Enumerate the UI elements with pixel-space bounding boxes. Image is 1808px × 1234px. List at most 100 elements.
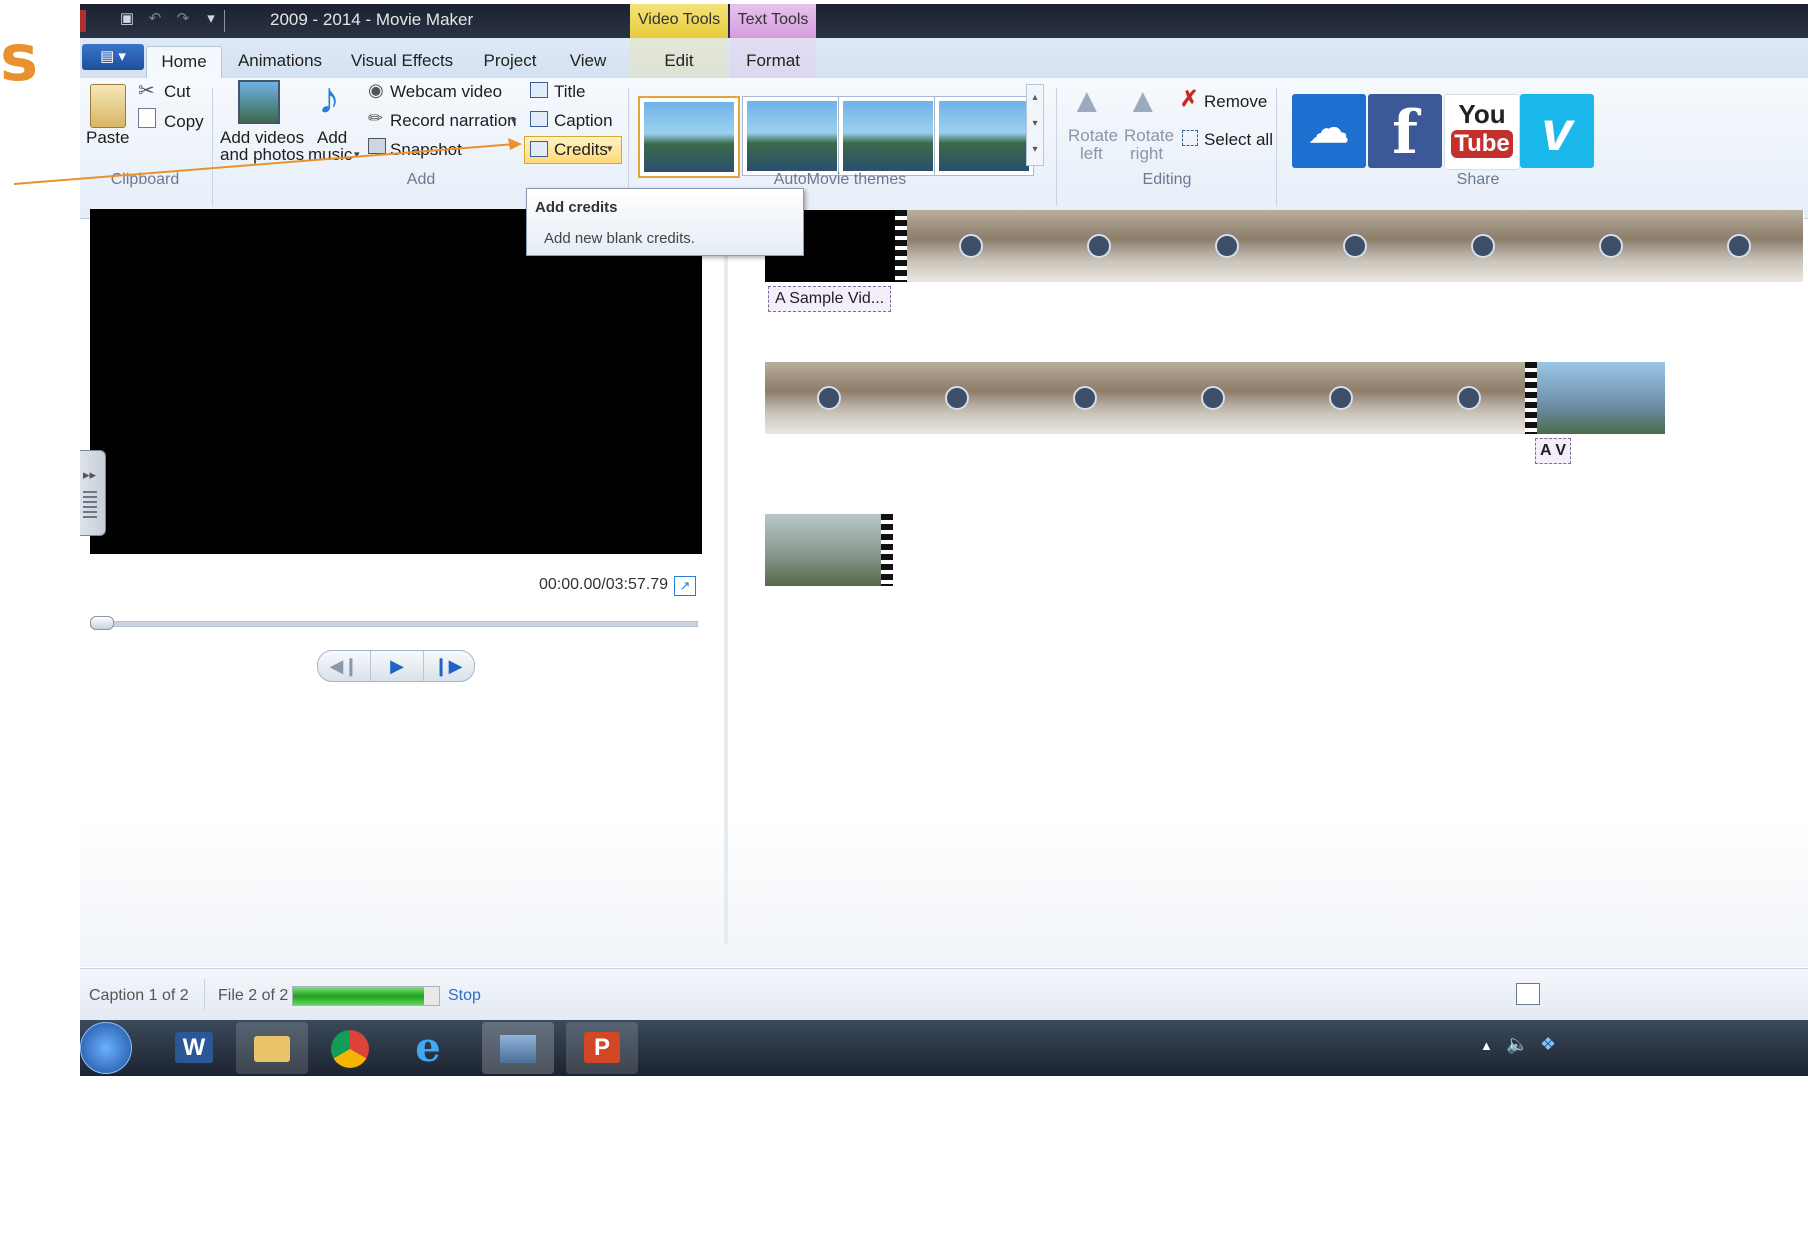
tab-edit[interactable]: Edit <box>644 46 714 78</box>
dropbox-icon[interactable]: ❖ <box>1540 1034 1556 1055</box>
seek-thumb[interactable] <box>90 616 114 630</box>
taskbar-chrome[interactable] <box>314 1022 386 1074</box>
rotate-left-icon[interactable]: ▲ <box>1070 82 1104 121</box>
start-button[interactable] <box>80 1022 132 1074</box>
clip-frame[interactable] <box>1291 210 1420 282</box>
pane-divider[interactable] <box>724 204 728 944</box>
clip-frame[interactable] <box>1277 362 1406 434</box>
rotate-left-label-line2[interactable]: left <box>1080 144 1103 164</box>
gallery-scroll[interactable]: ▴ ▾ ▾ <box>1026 84 1044 166</box>
clip-frame[interactable] <box>1675 210 1804 282</box>
volume-icon[interactable]: 🔈 <box>1506 1034 1528 1055</box>
cloud-share-icon[interactable]: ☁ <box>1292 94 1366 168</box>
chevron-down-icon[interactable]: ▾ <box>607 142 613 155</box>
remove-icon[interactable]: ✗ <box>1180 86 1198 112</box>
previous-frame-button[interactable]: ◀❙ <box>318 651 370 681</box>
remove-button[interactable]: Remove <box>1204 92 1267 112</box>
rotate-left-button[interactable]: Rotate <box>1068 126 1118 146</box>
storyboard-view-icon[interactable] <box>1516 983 1540 1005</box>
fullscreen-icon[interactable]: ↗ <box>674 576 696 596</box>
microphone-icon[interactable]: ✏ <box>368 108 383 129</box>
clip-frame[interactable] <box>1035 210 1164 282</box>
title-button[interactable]: Title <box>554 82 586 102</box>
facebook-share-button[interactable]: f <box>1368 94 1442 168</box>
select-all-button[interactable]: Select all <box>1204 130 1273 150</box>
rotate-right-icon[interactable]: ▲ <box>1126 82 1160 121</box>
tab-home[interactable]: Home <box>146 46 222 79</box>
credits-button[interactable]: Credits <box>554 140 608 160</box>
cut-icon[interactable]: ✂ <box>138 78 155 103</box>
snapshot-icon[interactable] <box>368 138 386 154</box>
clip-frame[interactable] <box>893 362 1022 434</box>
vimeo-share-button[interactable]: v <box>1520 94 1594 168</box>
progress-bar <box>292 986 440 1006</box>
tab-project[interactable]: Project <box>474 46 546 78</box>
music-note-icon[interactable]: ♪ <box>318 74 340 124</box>
next-frame-button[interactable]: ❙▶ <box>422 651 474 681</box>
caption-item[interactable]: A Sample Vid... <box>768 286 892 312</box>
clip-frame[interactable] <box>1149 362 1278 434</box>
theme-thumbnail[interactable] <box>934 96 1034 176</box>
theme-thumbnail[interactable] <box>838 96 938 176</box>
caption-item[interactable]: A V <box>1535 438 1572 464</box>
youtube-share-button[interactable]: You Tube <box>1444 94 1520 170</box>
clip-frame[interactable] <box>765 362 894 434</box>
clip-frame[interactable] <box>1405 362 1534 434</box>
rotate-right-button[interactable]: Rotate <box>1124 126 1174 146</box>
clip-frame[interactable] <box>1021 362 1150 434</box>
preview-resize-handle[interactable]: ▸▸ <box>80 450 106 536</box>
clip-frame[interactable] <box>1537 362 1666 434</box>
clip-frame[interactable] <box>765 514 893 586</box>
taskbar-movie-maker[interactable] <box>482 1022 554 1074</box>
taskbar-powerpoint[interactable]: P <box>566 1022 638 1074</box>
clock-icon <box>1215 234 1239 258</box>
chevron-down-icon[interactable]: ▾ <box>354 148 360 161</box>
caption-button[interactable]: Caption <box>554 111 613 131</box>
copy-icon[interactable] <box>138 108 156 128</box>
play-button[interactable]: ▶ <box>370 651 424 681</box>
clip-frame[interactable] <box>907 210 1036 282</box>
add-music-label-line2[interactable]: music <box>308 145 352 165</box>
taskbar-internet-explorer[interactable]: e <box>392 1022 464 1074</box>
save-icon[interactable]: ▣ <box>118 10 136 28</box>
snapshot-button[interactable]: Snapshot <box>390 140 462 160</box>
tab-view[interactable]: View <box>560 46 616 78</box>
paste-icon[interactable] <box>90 84 126 128</box>
stop-button[interactable]: Stop <box>448 987 481 1005</box>
app-icon[interactable] <box>80 10 86 32</box>
taskbar-word[interactable]: W <box>158 1022 230 1074</box>
caption-icon[interactable] <box>530 111 548 127</box>
record-narration-button[interactable]: Record narration <box>390 111 517 131</box>
ribbon-home: Paste ✂ Cut Copy Clipboard Add videos an… <box>80 74 1808 219</box>
taskbar-explorer[interactable] <box>236 1022 308 1074</box>
webcam-icon[interactable]: ◉ <box>368 80 384 101</box>
chevron-down-icon[interactable]: ▾ <box>511 114 517 127</box>
webcam-video-button[interactable]: Webcam video <box>390 82 502 102</box>
video-preview[interactable] <box>90 209 702 554</box>
undo-icon[interactable]: ↶ <box>146 10 164 28</box>
clock-icon <box>1343 234 1367 258</box>
add-videos-label-line2[interactable]: and photos <box>220 145 304 165</box>
select-all-icon[interactable] <box>1182 130 1198 146</box>
clip-frame[interactable] <box>1547 210 1676 282</box>
paste-button[interactable]: Paste <box>86 128 129 148</box>
title-icon[interactable] <box>530 82 548 98</box>
seek-bar[interactable] <box>90 621 698 627</box>
clip-frame[interactable] <box>1419 210 1548 282</box>
tab-format[interactable]: Format <box>736 46 810 78</box>
tab-animations[interactable]: Animations <box>230 46 330 78</box>
clock-icon <box>1329 386 1353 410</box>
credits-icon[interactable] <box>530 141 548 157</box>
theme-thumbnail[interactable] <box>742 96 842 176</box>
add-videos-icon[interactable] <box>238 80 280 124</box>
tab-visual-effects[interactable]: Visual Effects <box>346 46 458 78</box>
cut-button[interactable]: Cut <box>164 82 190 102</box>
theme-thumbnail[interactable] <box>638 96 740 178</box>
rotate-right-label-line2[interactable]: right <box>1130 144 1163 164</box>
tray-expand-icon[interactable]: ▲ <box>1480 1038 1493 1053</box>
redo-icon[interactable]: ↷ <box>174 10 192 28</box>
customize-toolbar-icon[interactable]: ▾ <box>202 10 220 28</box>
copy-button[interactable]: Copy <box>164 112 204 132</box>
file-menu-button[interactable]: ▤ ▾ <box>82 44 144 70</box>
clip-frame[interactable] <box>1163 210 1292 282</box>
